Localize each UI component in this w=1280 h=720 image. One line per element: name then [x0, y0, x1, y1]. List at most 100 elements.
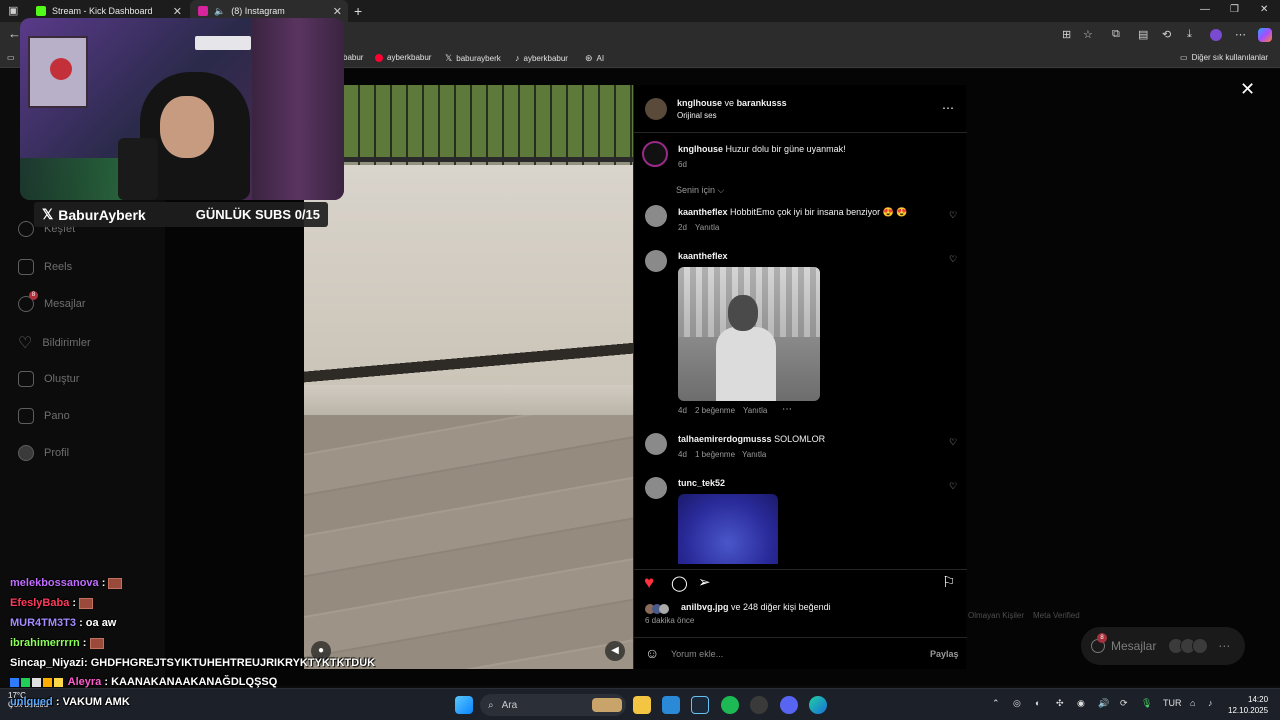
sort-dropdown[interactable]: Senin için ⌵ [676, 185, 724, 196]
tray-icon[interactable]: ◎ [1013, 698, 1021, 709]
liked-by-user[interactable]: anilbvg.jpg [681, 602, 729, 612]
steam-tray-icon[interactable]: ◉ [1077, 698, 1085, 709]
post-author[interactable]: knglhouse ve barankusss [677, 98, 787, 108]
reply-button[interactable]: Yanıtla [742, 450, 766, 459]
reply-button[interactable]: Yanıtla [695, 223, 719, 232]
bookmark-babur[interactable]: babur [343, 53, 363, 62]
avatar[interactable] [645, 205, 667, 227]
sidebar-item-profile[interactable]: Profil [18, 445, 69, 461]
steam-icon[interactable] [691, 696, 709, 714]
bookmark-folder-icon[interactable]: ▭ [7, 53, 15, 62]
like-icon[interactable]: ♥ [644, 573, 654, 593]
emoji-icon[interactable]: ☺ [645, 645, 659, 661]
comment-user[interactable]: tunc_tek52 [678, 478, 725, 488]
share-icon[interactable]: ➢ [698, 573, 711, 591]
sound-icon[interactable]: ♪ [1208, 698, 1213, 708]
comment-likes[interactable]: 2 beğenme [695, 406, 735, 415]
extensions-icon[interactable]: ⧉ [1112, 28, 1120, 41]
discord-icon[interactable] [780, 696, 798, 714]
messages-pill[interactable]: 8 Mesajlar ⋯ [1081, 627, 1245, 665]
history-icon[interactable]: ⟲ [1162, 28, 1171, 41]
clock[interactable]: 14:20 12.10.2025 [1228, 694, 1268, 716]
avatar[interactable] [645, 98, 667, 120]
chat-user: Sincap_Niyazi [10, 657, 84, 669]
like-comment-icon[interactable]: ♡ [949, 210, 957, 221]
tray-icon[interactable]: ◐ [1035, 698, 1040, 708]
microphone [118, 138, 158, 200]
download-icon[interactable]: ⤓ [1187, 28, 1192, 41]
avatar[interactable] [645, 250, 667, 272]
more-icon[interactable]: ⋯ [1235, 28, 1246, 41]
avatar[interactable] [645, 433, 667, 455]
start-icon[interactable] [455, 696, 473, 714]
close-tab-icon[interactable]: ✕ [333, 5, 342, 18]
sidebar-item-dashboard[interactable]: Pano [18, 408, 70, 424]
sidebar-item-create[interactable]: Oluştur [18, 371, 79, 387]
author-1[interactable]: knglhouse [677, 98, 722, 108]
split-screen-icon[interactable]: ▤ [1138, 28, 1148, 41]
comment-image[interactable] [678, 267, 820, 401]
bookmark-x[interactable]: 𝕏baburayberk [445, 53, 501, 64]
post-video[interactable]: ● ◀ [304, 85, 633, 669]
tray-icon[interactable]: ✣ [1056, 698, 1064, 709]
mute-icon[interactable]: ◀ [605, 641, 625, 661]
file-explorer-icon[interactable] [633, 696, 651, 714]
subs-goal: GÜNLÜK SUBS 0/15 [195, 207, 320, 222]
footer-link[interactable]: Meta Verified [1033, 611, 1080, 620]
window-menu-icon[interactable]: ▣ [8, 4, 18, 17]
like-comment-icon[interactable]: ♡ [949, 254, 957, 265]
author-2[interactable]: barankusss [737, 98, 787, 108]
spotify-icon[interactable] [721, 696, 739, 714]
liked-by[interactable]: anilbvg.jpg ve 248 diğer kişi beğendi [681, 602, 831, 612]
new-tab-button[interactable]: + [354, 3, 362, 19]
chat-message: MUR4TM3T3 : oa aw [10, 617, 116, 629]
like-comment-icon[interactable]: ♡ [949, 437, 957, 448]
comment-user[interactable]: talhaemirerdogmusss [678, 434, 772, 444]
microphone-icon[interactable]: 🎙 [1141, 698, 1152, 709]
sidebar-item-messages[interactable]: Mesajlar [18, 296, 86, 312]
caption-user[interactable]: knglhouse [678, 144, 723, 154]
tray-icon[interactable]: ⟳ [1120, 698, 1128, 709]
avatar[interactable] [645, 477, 667, 499]
close-modal-icon[interactable]: ✕ [1240, 79, 1255, 100]
close-tab-icon[interactable]: ✕ [173, 5, 182, 18]
minimize-button[interactable]: — [1200, 4, 1210, 15]
chevron-up-icon[interactable]: ⌃ [992, 698, 1000, 709]
search-box[interactable]: ⌕ Ara [480, 694, 626, 716]
messages-label: Mesajlar [1111, 639, 1157, 653]
maximize-button[interactable]: ❐ [1230, 4, 1239, 15]
language-indicator[interactable]: TUR [1163, 698, 1182, 708]
liked-by-rest[interactable]: ve 248 diğer kişi beğendi [731, 602, 831, 612]
volume-icon[interactable]: 🔊 [1098, 698, 1109, 709]
reply-button[interactable]: Yanıtla [743, 406, 767, 415]
store-icon[interactable] [662, 696, 680, 714]
sidebar-item-reels[interactable]: Reels [18, 259, 72, 275]
comment-image[interactable] [678, 494, 778, 564]
save-icon[interactable]: ⚐ [942, 573, 955, 591]
comment-user[interactable]: kaantheflex [678, 251, 728, 261]
comment-likes[interactable]: 1 beğenme [695, 450, 735, 459]
sidebar-item-notifications[interactable]: ♡ Bildirimler [18, 333, 91, 353]
obs-icon[interactable] [750, 696, 768, 714]
other-bookmarks[interactable]: ▭ Diğer sık kullanılanlar [1180, 53, 1268, 62]
copilot-icon[interactable] [1258, 28, 1272, 42]
avatar[interactable] [642, 141, 668, 167]
comment-input[interactable]: Yorum ekle... [671, 649, 723, 659]
comment-icon[interactable]: ◯ [671, 574, 688, 592]
bookmark-tiktok[interactable]: ♪ ayberkbabur [515, 53, 568, 63]
network-icon[interactable]: ⌂ [1190, 698, 1195, 708]
apps-icon[interactable]: ⊞ [1062, 28, 1071, 41]
footer-link[interactable]: Olmayan Kişiler [968, 611, 1024, 620]
comment-user[interactable]: kaantheflex [678, 207, 728, 217]
star-icon[interactable]: ☆ [1083, 28, 1093, 41]
audio-label[interactable]: Orijinal ses [677, 111, 717, 120]
bookmark-youtube[interactable]: ayberkbabur [375, 53, 431, 62]
edge-icon[interactable] [809, 696, 827, 714]
share-comment-button[interactable]: Paylaş [930, 649, 959, 659]
comment-options-icon[interactable]: ⋯ [782, 404, 792, 415]
more-options-icon[interactable]: ⋯ [942, 101, 954, 115]
close-window-button[interactable]: ✕ [1260, 4, 1268, 15]
like-comment-icon[interactable]: ♡ [949, 481, 957, 492]
bookmark-ai[interactable]: ⊛ AI [585, 53, 604, 64]
profile-avatar[interactable] [1210, 29, 1222, 41]
